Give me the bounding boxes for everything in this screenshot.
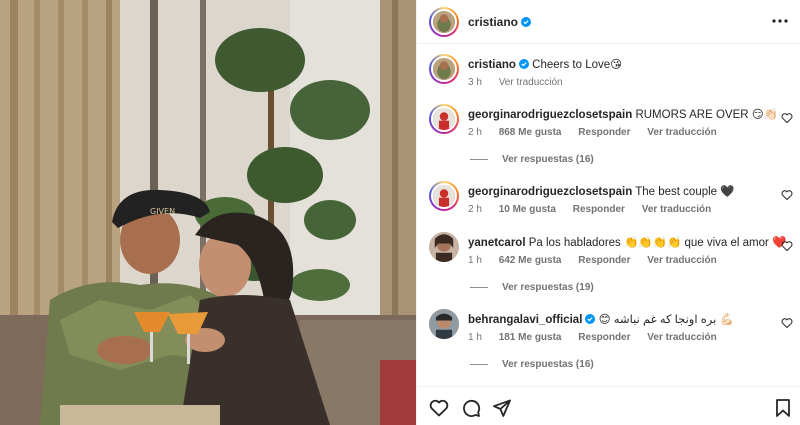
post-details-panel: cristiano cristiano Cheers to Love😘 3 h … (416, 0, 800, 425)
view-replies-label: Ver respuestas (19) (502, 282, 594, 293)
commenter-avatar[interactable] (429, 232, 459, 262)
comment-line: yanetcarol Pa los habladores 👏👏👏👏 que vi… (468, 236, 786, 251)
comment-meta: 2 h 868 Me gusta Responder Ver traducció… (468, 127, 731, 138)
comment-text: The best couple 🖤 (635, 186, 735, 198)
comment-like-heart-icon[interactable] (781, 240, 793, 252)
share-icon[interactable] (492, 398, 512, 418)
comment-text: Pa los habladores 👏👏👏👏 que viva el amor … (528, 237, 787, 249)
comment-reply-button[interactable]: Responder (578, 332, 630, 343)
svg-text:GIVEN: GIVEN (150, 207, 175, 216)
author-username-link[interactable]: cristiano (468, 15, 532, 29)
verified-badge-icon (518, 59, 529, 69)
comment-translate-link[interactable]: Ver traducción (642, 204, 711, 215)
caption-author-avatar[interactable] (429, 54, 459, 84)
more-options-icon[interactable] (771, 14, 789, 28)
comment-text: RUMORS ARE OVER 😏👏🏻 (635, 109, 779, 121)
post-photo-illustration: GIVEN (0, 0, 416, 425)
comment-reply-button[interactable]: Responder (578, 255, 630, 266)
replies-dash (470, 159, 488, 160)
verified-badge-icon (585, 314, 596, 324)
comment-likes-link[interactable]: 181 Me gusta (499, 332, 562, 343)
comment-time: 2 h (468, 204, 482, 215)
comment-line: behrangalavi_official 😊 بره اونجا که غم … (468, 313, 778, 328)
caption-text: Cheers to Love😘 (532, 59, 623, 71)
caption-meta: 3 h Ver traducción (468, 77, 577, 88)
caption-translate-link[interactable]: Ver traducción (499, 77, 563, 88)
bookmark-icon[interactable] (773, 398, 793, 418)
comment-line: georginarodriguezclosetspain The best co… (468, 185, 778, 200)
view-replies-button[interactable]: Ver respuestas (16) (470, 359, 594, 370)
view-replies-label: Ver respuestas (16) (502, 359, 594, 370)
comment-meta: 1 h 642 Me gusta Responder Ver traducció… (468, 255, 731, 266)
comment-likes-link[interactable]: 642 Me gusta (499, 255, 562, 266)
author-avatar[interactable] (429, 7, 459, 37)
comment-likes-link[interactable]: 868 Me gusta (499, 127, 562, 138)
comment-translate-link[interactable]: Ver traducción (647, 255, 716, 266)
post-action-bar (417, 386, 800, 425)
view-replies-button[interactable]: Ver respuestas (16) (470, 154, 594, 165)
comment-time: 1 h (468, 332, 482, 343)
view-replies-label: Ver respuestas (16) (502, 154, 594, 165)
verified-badge-icon (521, 17, 532, 27)
caption-username-link[interactable]: cristiano (468, 59, 516, 71)
commenter-username-link[interactable]: yanetcarol (468, 237, 526, 249)
comment-translate-link[interactable]: Ver traducción (647, 127, 716, 138)
comment-line: georginarodriguezclosetspain RUMORS ARE … (468, 108, 778, 123)
commenter-username-link[interactable]: behrangalavi_official (468, 314, 582, 326)
comment-reply-button[interactable]: Responder (578, 127, 630, 138)
comment-reply-button[interactable]: Responder (573, 204, 625, 215)
comment-icon[interactable] (461, 398, 481, 418)
heart-icon[interactable] (429, 398, 449, 418)
replies-dash (470, 287, 488, 288)
comment-meta: 2 h 10 Me gusta Responder Ver traducción (468, 204, 725, 215)
comment-likes-link[interactable]: 10 Me gusta (499, 204, 556, 215)
commenter-avatar[interactable] (429, 104, 459, 134)
caption-line: cristiano Cheers to Love😘 (468, 58, 778, 73)
commenter-avatar[interactable] (429, 309, 459, 339)
comment-time: 2 h (468, 127, 482, 138)
comment-meta: 1 h 181 Me gusta Responder Ver traducció… (468, 332, 731, 343)
post-photo[interactable]: GIVEN (0, 0, 416, 425)
comment-translate-link[interactable]: Ver traducción (647, 332, 716, 343)
comment-like-heart-icon[interactable] (781, 317, 793, 329)
comment-like-heart-icon[interactable] (781, 112, 793, 124)
commenter-username-link[interactable]: georginarodriguezclosetspain (468, 109, 632, 121)
caption-time: 3 h (468, 77, 482, 88)
view-replies-button[interactable]: Ver respuestas (19) (470, 282, 594, 293)
post-header: cristiano (417, 0, 800, 44)
commenter-username-link[interactable]: georginarodriguezclosetspain (468, 186, 632, 198)
commenter-avatar[interactable] (429, 181, 459, 211)
comment-time: 1 h (468, 255, 482, 266)
replies-dash (470, 364, 488, 365)
instagram-post-view: GIVEN cristiano cristiano Cheers to Love… (0, 0, 800, 425)
comment-like-heart-icon[interactable] (781, 189, 793, 201)
comment-text: 😊 بره اونجا که غم نباشه 💪🏻 (598, 314, 734, 326)
